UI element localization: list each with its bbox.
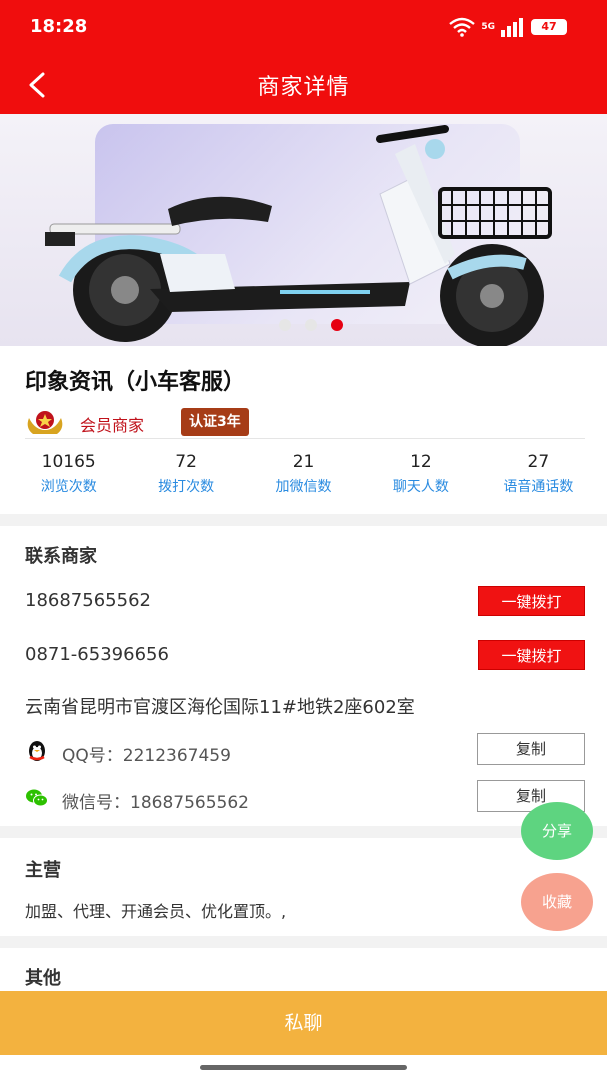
member-label: 会员商家 bbox=[80, 416, 145, 435]
private-chat-button[interactable]: 私聊 bbox=[0, 991, 607, 1055]
wechat-row: 微信号：18687565562 bbox=[62, 788, 249, 813]
status-time: 18:28 bbox=[30, 16, 88, 37]
home-bar bbox=[0, 1055, 607, 1080]
divider bbox=[25, 438, 585, 439]
copy-qq-button[interactable]: 复制 bbox=[477, 733, 585, 765]
phone-number-mobile: 18687565562 bbox=[25, 590, 151, 611]
qq-label: QQ号： bbox=[62, 746, 123, 766]
scooter-image bbox=[45, 125, 552, 346]
stat-voice-calls: 27 语音通话数 bbox=[480, 452, 597, 496]
call-button-mobile[interactable]: 一键拨打 bbox=[478, 586, 585, 616]
stat-label: 拨打次数 bbox=[158, 479, 215, 495]
wifi-icon bbox=[449, 17, 476, 37]
main-business-text: 加盟、代理、开通会员、优化置顶。, bbox=[25, 902, 287, 921]
nav-bar: 商家详情 bbox=[0, 56, 607, 114]
address: 云南省昆明市官渡区海伦国际11#地铁2座602室 bbox=[25, 697, 415, 718]
status-bar: 18:28 5G 47 bbox=[0, 0, 607, 56]
stat-value: 72 bbox=[175, 452, 197, 472]
stat-value: 27 bbox=[527, 452, 550, 472]
stat-value: 12 bbox=[410, 452, 432, 472]
qq-value: 2212367459 bbox=[122, 746, 231, 766]
qq-row: QQ号：2212367459 bbox=[62, 741, 231, 766]
network-type-label: 5G bbox=[481, 22, 495, 32]
home-indicator[interactable] bbox=[200, 1065, 407, 1070]
stat-value: 10165 bbox=[41, 452, 96, 472]
battery-icon: 47 bbox=[531, 19, 567, 35]
phone-number-landline: 0871-65396656 bbox=[25, 644, 169, 665]
stat-label: 聊天人数 bbox=[392, 479, 449, 495]
stat-value: 21 bbox=[292, 452, 315, 472]
page-title: 商家详情 bbox=[257, 75, 350, 100]
wechat-label: 微信号： bbox=[62, 793, 130, 813]
stats-row: 10165 浏览次数 72 拨打次数 21 加微信数 12 聊天人数 27 语音… bbox=[10, 452, 597, 496]
call-button-landline[interactable]: 一键拨打 bbox=[478, 640, 585, 670]
carousel-dots bbox=[0, 319, 607, 331]
share-button[interactable]: 分享 bbox=[521, 802, 593, 860]
stat-calls: 72 拨打次数 bbox=[127, 452, 244, 496]
merchant-info-card: 印象资讯（小车客服） 会员商家 认证3年 10165 浏览次数 72 拨打次数 … bbox=[0, 346, 607, 514]
carousel-dot[interactable] bbox=[305, 319, 317, 331]
main-business-card: 主营 加盟、代理、开通会员、优化置顶。, bbox=[0, 838, 607, 936]
stat-label: 浏览次数 bbox=[40, 479, 97, 495]
status-icons: 5G 47 bbox=[449, 17, 567, 37]
favorite-button[interactable]: 收藏 bbox=[521, 873, 593, 931]
carousel-dot[interactable] bbox=[279, 319, 291, 331]
merchant-name: 印象资讯（小车客服） bbox=[25, 370, 246, 395]
member-emblem-icon bbox=[27, 411, 63, 434]
stat-wechat-adds: 21 加微信数 bbox=[245, 452, 362, 496]
certification-badge: 认证3年 bbox=[181, 408, 249, 436]
section-title-other: 其他 bbox=[25, 968, 61, 989]
section-title-main-business: 主营 bbox=[25, 860, 61, 881]
wechat-value: 18687565562 bbox=[130, 793, 249, 813]
section-title-contact: 联系商家 bbox=[25, 546, 97, 567]
signal-icon bbox=[501, 18, 523, 37]
wechat-icon bbox=[26, 789, 48, 807]
stat-label: 加微信数 bbox=[275, 479, 332, 495]
stat-chat-users: 12 聊天人数 bbox=[362, 452, 479, 496]
contact-card: 联系商家 18687565562 一键拨打 0871-65396656 一键拨打… bbox=[0, 526, 607, 826]
carousel-dot-active[interactable] bbox=[331, 319, 343, 331]
stat-views: 10165 浏览次数 bbox=[10, 452, 127, 496]
stat-label: 语音通话数 bbox=[503, 479, 574, 495]
image-carousel[interactable] bbox=[0, 114, 607, 346]
qq-penguin-icon bbox=[29, 741, 45, 761]
